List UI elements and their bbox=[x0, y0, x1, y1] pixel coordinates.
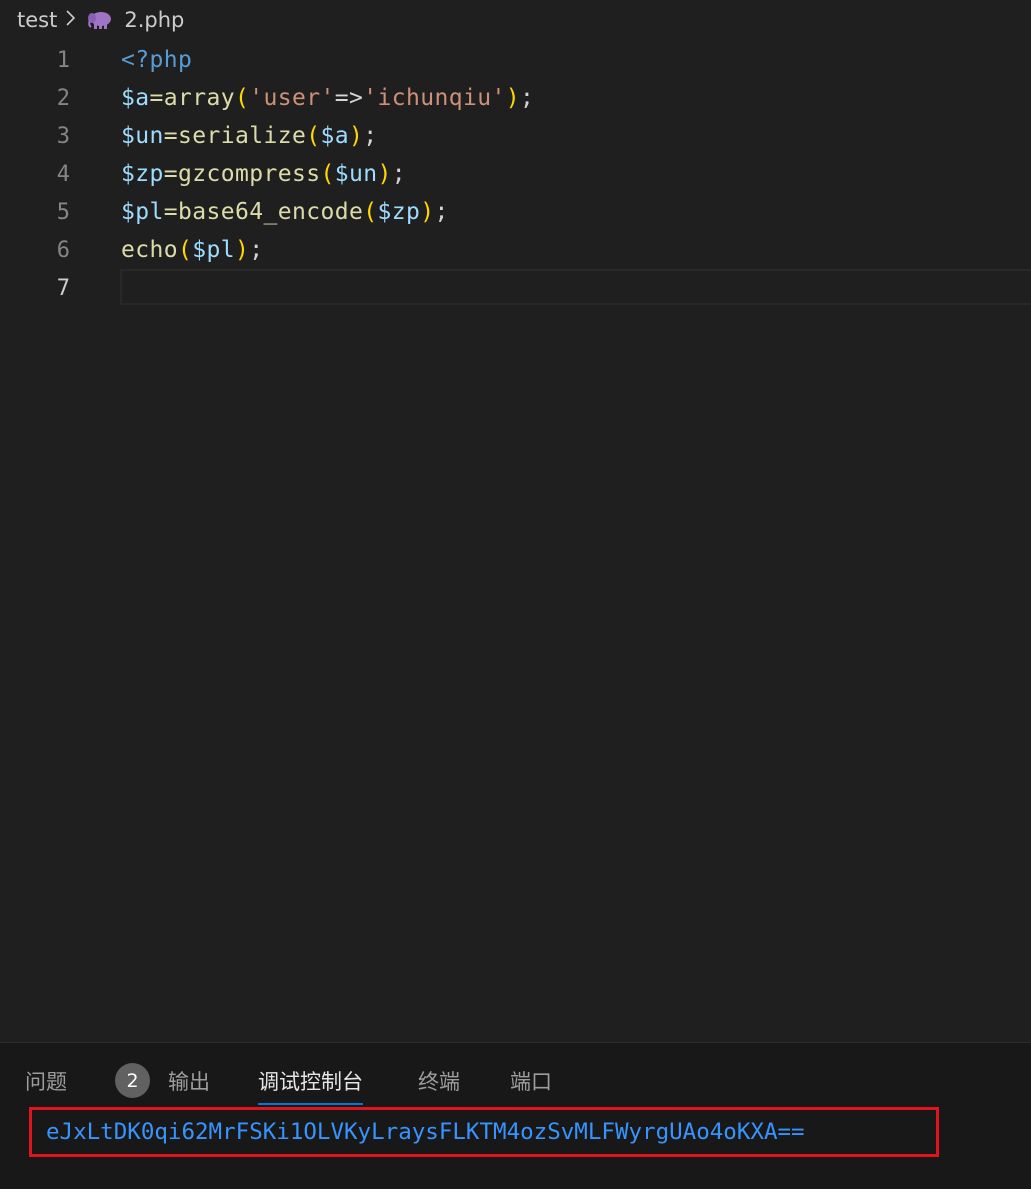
line-number: 7 bbox=[56, 275, 70, 301]
code-token: =gzcompress bbox=[163, 161, 321, 187]
line-number: 1 bbox=[56, 47, 70, 73]
code-line[interactable]: 3 $un=serialize($a); bbox=[0, 117, 1031, 155]
code-token: $a bbox=[320, 123, 349, 149]
php-elephant-icon bbox=[87, 10, 113, 30]
code-token: ( bbox=[363, 199, 378, 225]
debug-console-output[interactable]: eJxLtDK0qi62MrFSKi1OLVKyLraysFLKTM4ozSvM… bbox=[46, 1119, 805, 1145]
code-line[interactable]: 4 $zp=gzcompress($un); bbox=[0, 155, 1031, 193]
code-token: ( bbox=[320, 161, 335, 187]
line-number: 6 bbox=[56, 237, 70, 263]
code-text: $un=serialize($a); bbox=[121, 123, 377, 149]
code-token: ) bbox=[377, 161, 392, 187]
code-token: ( bbox=[178, 237, 193, 263]
code-token: $pl bbox=[192, 237, 235, 263]
breadcrumb-file[interactable]: 2.php bbox=[124, 8, 184, 32]
line-number: 3 bbox=[56, 123, 70, 149]
problems-count-badge: 2 bbox=[115, 1063, 150, 1098]
code-line[interactable]: 1 <?php bbox=[0, 41, 1031, 79]
code-text: $a=array('user'=>'ichunqiu'); bbox=[121, 85, 534, 111]
breadcrumb: test 2.php bbox=[0, 0, 1031, 40]
code-token: echo bbox=[121, 237, 178, 263]
code-token: $un bbox=[121, 123, 164, 149]
code-line[interactable]: 6 echo($pl); bbox=[0, 231, 1031, 269]
code-token: ) bbox=[348, 123, 364, 149]
tab-problems[interactable]: 问题 2 bbox=[25, 1059, 150, 1103]
highlighted-output: eJxLtDK0qi62MrFSKi1OLVKyLraysFLKTM4ozSvM… bbox=[29, 1107, 939, 1157]
tab-label: 问题 bbox=[25, 1070, 67, 1094]
code-token: <?php bbox=[121, 47, 193, 73]
code-line[interactable]: 7 bbox=[0, 269, 1031, 307]
tab-debug-console[interactable]: 调试控制台 bbox=[258, 1059, 363, 1105]
code-token: 'ichunqiu' bbox=[363, 85, 506, 111]
code-token: ) bbox=[235, 237, 250, 263]
code-token: =base64_encode bbox=[163, 199, 364, 225]
breadcrumb-folder[interactable]: test bbox=[17, 8, 57, 32]
code-text: <?php bbox=[121, 47, 192, 73]
tab-label: 终端 bbox=[418, 1070, 460, 1094]
tab-output[interactable]: 输出 bbox=[168, 1059, 210, 1103]
tab-terminal[interactable]: 终端 bbox=[418, 1059, 460, 1103]
code-token: =array bbox=[149, 85, 235, 111]
code-text: echo($pl); bbox=[121, 237, 264, 263]
code-token: $un bbox=[334, 161, 378, 187]
code-token: 'user' bbox=[249, 85, 335, 111]
code-token: ( bbox=[234, 85, 250, 111]
code-token: $a bbox=[121, 85, 150, 111]
code-token: ; bbox=[391, 161, 406, 187]
tab-label: 输出 bbox=[168, 1070, 210, 1094]
code-text: $zp=gzcompress($un); bbox=[121, 161, 406, 187]
line-number: 4 bbox=[56, 161, 70, 187]
code-token: $zp bbox=[377, 199, 421, 225]
code-editor[interactable]: 1 <?php 2 $a=array('user'=>'ichunqiu'); … bbox=[0, 40, 1031, 1042]
tab-ports[interactable]: 端口 bbox=[510, 1059, 552, 1103]
code-token: ) bbox=[505, 85, 520, 111]
line-number: 5 bbox=[56, 199, 70, 225]
code-text: $pl=base64_encode($zp); bbox=[121, 199, 449, 225]
code-token: ; bbox=[249, 237, 264, 263]
code-line[interactable]: 2 $a=array('user'=>'ichunqiu'); bbox=[0, 79, 1031, 117]
tab-label: 调试控制台 bbox=[258, 1070, 363, 1094]
code-token: $zp bbox=[121, 161, 164, 187]
code-token: ; bbox=[434, 199, 449, 225]
code-token: =serialize bbox=[163, 123, 307, 149]
line-number: 2 bbox=[56, 85, 70, 111]
tab-label: 端口 bbox=[510, 1070, 552, 1094]
chevron-right-icon bbox=[65, 8, 77, 32]
code-token: ) bbox=[420, 199, 435, 225]
code-token: => bbox=[334, 85, 364, 111]
code-token: $pl bbox=[121, 199, 164, 225]
code-token: ( bbox=[306, 123, 321, 149]
code-token: ; bbox=[363, 123, 378, 149]
code-line[interactable]: 5 $pl=base64_encode($zp); bbox=[0, 193, 1031, 231]
panel-tabs: 问题 2 输出 调试控制台 终端 端口 bbox=[0, 1059, 1031, 1105]
code-token: ; bbox=[519, 85, 535, 111]
